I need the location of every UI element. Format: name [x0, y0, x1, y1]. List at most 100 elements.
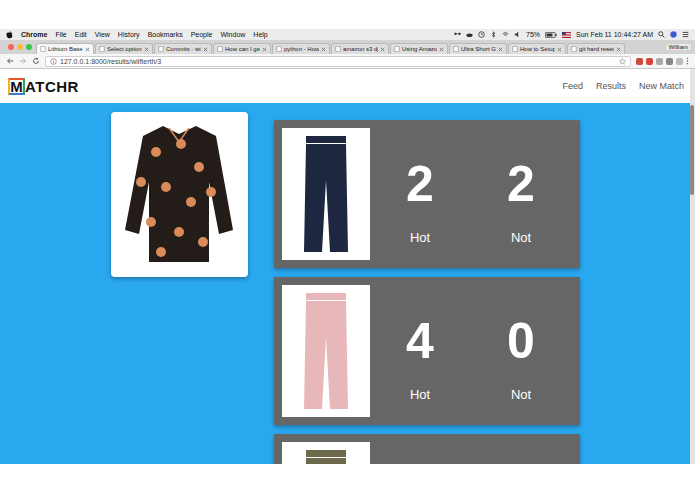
reload-icon[interactable]	[32, 57, 40, 65]
logo-text: ATCHR	[25, 78, 79, 95]
toolbar: 127.0.0.1:8000/results/wilfterth/3	[0, 54, 695, 69]
close-tab-icon[interactable]	[144, 47, 149, 52]
hot-stat: 4 Hot	[370, 285, 471, 417]
minimize-button[interactable]	[17, 44, 23, 50]
nav: Feed Results New Match	[562, 81, 684, 91]
extension-icon[interactable]	[676, 58, 683, 65]
favicon-icon	[40, 46, 46, 52]
wifi-icon[interactable]	[502, 31, 509, 38]
results-area: 2 Hot 2 Not 4 Hot 0 Not	[0, 103, 690, 464]
close-tab-icon[interactable]	[439, 47, 444, 52]
search-icon[interactable]	[658, 31, 665, 38]
extension-icon[interactable]	[656, 58, 663, 65]
not-label: Not	[511, 387, 531, 403]
menu-app[interactable]: Chrome	[21, 31, 47, 38]
menu-dots-icon[interactable]	[686, 57, 689, 65]
favicon-icon	[335, 46, 341, 52]
close-tab-icon[interactable]	[498, 47, 503, 52]
tab[interactable]: Select option fo	[95, 43, 153, 54]
menu-item[interactable]: Window	[220, 31, 245, 38]
menu-item[interactable]: Bookmarks	[148, 31, 183, 38]
pants-picture	[282, 442, 370, 464]
forward-icon[interactable]	[19, 57, 27, 65]
star-icon[interactable]	[619, 58, 626, 65]
pants-drawing	[282, 128, 370, 260]
favicon-icon	[512, 46, 518, 52]
tab[interactable]: Lithium Base	[36, 43, 94, 54]
menu-item[interactable]: File	[55, 31, 66, 38]
dropbox-icon[interactable]	[454, 31, 461, 38]
back-icon[interactable]	[6, 57, 14, 65]
nav-link[interactable]: Results	[596, 81, 626, 91]
extensions	[636, 57, 689, 65]
close-tab-icon[interactable]	[380, 47, 385, 52]
list-icon[interactable]	[682, 31, 689, 38]
battery-percent[interactable]: 75%	[526, 31, 540, 38]
menu-item[interactable]: Help	[253, 31, 267, 38]
close-tab-icon[interactable]	[321, 47, 326, 52]
tab[interactable]: git hard reset	[567, 43, 625, 54]
menu-item[interactable]: Edit	[75, 31, 87, 38]
tab[interactable]: How to Setup A	[508, 43, 566, 54]
menu-item[interactable]: View	[95, 31, 110, 38]
scrollbar[interactable]	[690, 69, 695, 464]
siri-icon[interactable]	[670, 31, 677, 38]
tab[interactable]: python - How to	[272, 43, 330, 54]
scroll-thumb[interactable]	[690, 105, 694, 195]
clock-icon[interactable]	[478, 31, 485, 38]
zoom-button[interactable]	[26, 44, 32, 50]
flag-icon[interactable]	[562, 32, 571, 38]
address-bar[interactable]: 127.0.0.1:8000/results/wilfterth/3	[45, 56, 631, 67]
window-controls	[4, 44, 36, 50]
logo[interactable]: M ATCHR	[8, 78, 79, 95]
nav-link[interactable]: New Match	[639, 81, 684, 91]
close-tab-icon[interactable]	[85, 47, 90, 52]
match-card	[274, 434, 580, 464]
item-card	[111, 112, 248, 277]
tab[interactable]: How can I get th	[213, 43, 271, 54]
tab[interactable]: Commits · wilffe	[154, 43, 212, 54]
close-tab-icon[interactable]	[616, 47, 621, 52]
bluetooth-icon[interactable]	[490, 31, 497, 38]
tab[interactable]: Using Amazon	[390, 43, 448, 54]
pants-picture	[282, 128, 370, 260]
status-area: 75% Sun Feb 11 10:44:27 AM	[454, 31, 689, 38]
nav-link[interactable]: Feed	[562, 81, 583, 91]
not-count: 0	[507, 316, 535, 366]
profile-button[interactable]: William	[666, 44, 691, 50]
hot-label: Hot	[410, 387, 430, 403]
shirt-picture	[111, 112, 248, 277]
vote-stats: 2 Hot 2 Not	[370, 128, 572, 260]
info-icon[interactable]	[50, 58, 57, 65]
tab-strip: Lithium Base Select option fo Commits · …	[0, 40, 695, 54]
menu-item[interactable]: People	[191, 31, 213, 38]
extension-icon[interactable]	[646, 58, 653, 65]
clock[interactable]: Sun Feb 11 10:44:27 AM	[576, 31, 653, 38]
site-header: M ATCHR Feed Results New Match	[0, 69, 690, 103]
tab-label: Select option fo	[107, 46, 142, 52]
tabs: Lithium Base Select option fo Commits · …	[36, 43, 666, 54]
close-button[interactable]	[8, 44, 14, 50]
match-card: 2 Hot 2 Not	[274, 120, 580, 268]
extension-icon[interactable]	[636, 58, 643, 65]
menu-item[interactable]: History	[118, 31, 140, 38]
tab[interactable]: amazon s3 dja	[331, 43, 389, 54]
tab[interactable]: Ultra Short Guid	[449, 43, 507, 54]
battery-icon[interactable]	[545, 32, 557, 38]
not-label: Not	[511, 230, 531, 246]
cloud-icon[interactable]	[466, 31, 473, 38]
vote-stats: 4 Hot 0 Not	[370, 285, 572, 417]
close-tab-icon[interactable]	[262, 47, 267, 52]
not-count: 2	[507, 159, 535, 209]
pants-picture	[282, 285, 370, 417]
close-tab-icon[interactable]	[203, 47, 208, 52]
menu-bar: Chrome File Edit View History Bookmarks Peopl…	[0, 29, 695, 40]
close-tab-icon[interactable]	[557, 47, 562, 52]
tab-label: How to Setup A	[520, 46, 555, 52]
volume-icon[interactable]	[514, 31, 521, 38]
hot-count: 2	[406, 159, 434, 209]
page: M ATCHR Feed Results New Match 2 Hot 2 Not…	[0, 69, 695, 464]
extension-icon[interactable]	[666, 58, 673, 65]
apple-icon[interactable]	[6, 31, 13, 39]
url-text: 127.0.0.1:8000/results/wilfterth/3	[60, 58, 161, 65]
